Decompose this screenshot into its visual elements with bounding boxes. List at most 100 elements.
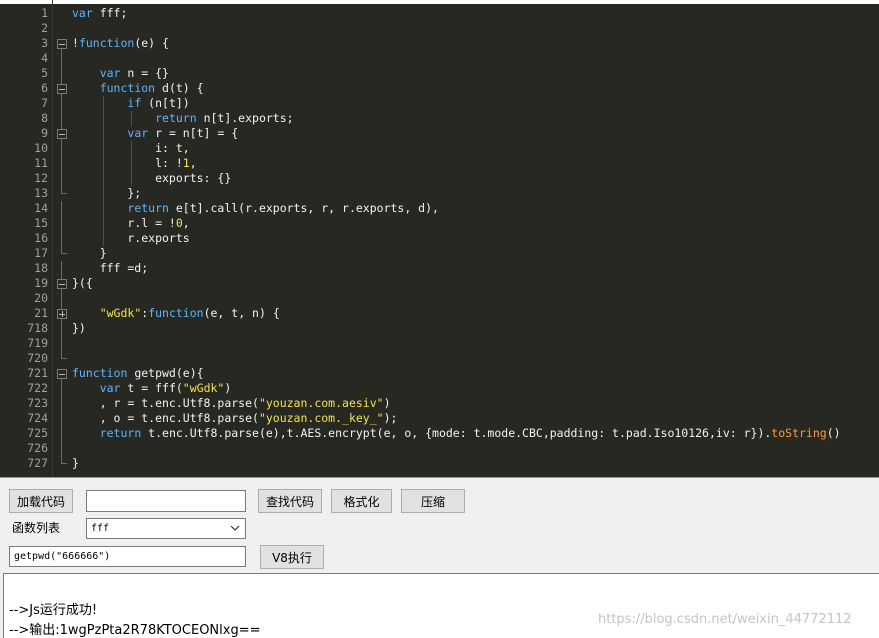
code-line[interactable]: 3 !function(e) { <box>0 36 879 51</box>
code-editor[interactable]: 1 var fff; 2 3 !function(e) {4 5 var n = {} 6 … <box>0 0 879 478</box>
code-token: r.l = ! <box>72 216 176 230</box>
fold-collapse-icon[interactable] <box>56 36 67 51</box>
code-text: function getpwd(e){ <box>72 366 204 381</box>
code-token: ! <box>72 36 79 50</box>
code-line[interactable]: 722 var t = fff("wGdk") <box>0 381 879 396</box>
code-token: }) <box>72 321 86 335</box>
code-token: (e, t, n) { <box>203 306 280 320</box>
code-line[interactable]: 1 var fff; <box>0 6 879 21</box>
search-input[interactable] <box>86 490 246 512</box>
code-line[interactable]: 12 exports: {} <box>0 171 879 186</box>
fold-end-marker <box>56 456 67 471</box>
line-number: 14 <box>34 201 48 215</box>
code-line[interactable]: 8 return n[t].exports; <box>0 111 879 126</box>
code-line[interactable]: 4 <box>0 51 879 66</box>
code-line[interactable]: 14 return e[t].call(r.exports, r, r.expo… <box>0 201 879 216</box>
code-line[interactable]: 18 fff =d; <box>0 261 879 276</box>
code-text: exports: {} <box>72 171 231 186</box>
code-token: "youzan.com._key_" <box>258 411 384 425</box>
line-number: 9 <box>41 126 48 140</box>
line-number: 725 <box>27 426 48 440</box>
chevron-down-icon <box>230 525 240 531</box>
function-list-label: 函数列表 <box>12 521 61 535</box>
code-token: , o = t.enc.Utf8.parse( <box>72 411 259 425</box>
load-code-button[interactable]: 加载代码 <box>9 489 73 513</box>
code-line[interactable]: 11 l: !1, <box>0 156 879 171</box>
code-line[interactable]: 15 r.l = !0, <box>0 216 879 231</box>
fold-guide-line <box>56 201 67 216</box>
fold-collapse-icon[interactable] <box>56 276 67 291</box>
code-line[interactable]: 718}) <box>0 321 879 336</box>
fold-collapse-icon[interactable] <box>56 81 67 96</box>
fold-guide-line <box>56 156 67 171</box>
fold-end-marker <box>56 351 67 366</box>
code-text: var t = fff("wGdk") <box>72 381 232 396</box>
code-line[interactable]: 5 var n = {} <box>0 66 879 81</box>
fold-end-marker <box>56 246 67 261</box>
watermark: https://blog.csdn.net/weixin_44772112 <box>598 612 852 627</box>
fold-expand-icon[interactable] <box>56 306 67 321</box>
fold-guide-line <box>56 426 67 441</box>
fold-guide-line <box>56 261 67 276</box>
code-line[interactable]: 9 var r = n[t] = { <box>0 126 879 141</box>
line-number: 5 <box>41 66 48 80</box>
line-number: 7 <box>41 96 48 110</box>
fold-collapse-icon[interactable] <box>56 126 67 141</box>
code-token: var <box>72 6 93 20</box>
code-line[interactable]: 2 <box>0 21 879 36</box>
code-token: d(t) { <box>155 81 204 95</box>
code-token: r = n[t] = { <box>148 126 239 140</box>
compress-button[interactable]: 压缩 <box>401 489 465 513</box>
line-number: 6 <box>41 81 48 95</box>
code-text: if (n[t]) <box>72 96 189 111</box>
format-button[interactable]: 格式化 <box>331 489 392 513</box>
code-line[interactable]: 721 function getpwd(e){ <box>0 366 879 381</box>
function-list-select[interactable]: fff <box>86 518 246 539</box>
call-expression-input[interactable]: getpwd("666666") <box>9 546 246 567</box>
code-text: , o = t.enc.Utf8.parse("youzan.com._key_… <box>72 411 398 426</box>
fold-guide-line <box>56 171 67 186</box>
line-number: 723 <box>27 396 48 410</box>
output-status-line: -->Js运行成功! <box>9 603 98 618</box>
code-line[interactable]: 719 <box>0 336 879 351</box>
code-token: } <box>72 246 107 260</box>
v8-run-button[interactable]: V8执行 <box>260 545 324 569</box>
code-text: r.exports <box>72 231 190 246</box>
fold-guide-line <box>56 66 67 81</box>
code-token: r.exports <box>72 231 190 245</box>
code-line[interactable]: 19}({ <box>0 276 879 291</box>
code-line[interactable]: 6 function d(t) { <box>0 81 879 96</box>
code-line[interactable]: 727} <box>0 456 879 471</box>
code-token: "wGdk" <box>99 306 142 320</box>
fold-guide-line <box>56 216 67 231</box>
fold-collapse-icon[interactable] <box>56 366 67 381</box>
code-text: r.l = !0, <box>72 216 189 231</box>
code-line[interactable]: 20 <box>0 291 879 306</box>
code-line[interactable]: 16 r.exports <box>0 231 879 246</box>
code-line[interactable]: 725 return t.enc.Utf8.parse(e),t.AES.enc… <box>0 426 879 441</box>
code-token: 0 <box>175 216 183 230</box>
fold-guide-line <box>56 441 67 456</box>
line-number: 18 <box>34 261 48 275</box>
code-line[interactable]: 17 } <box>0 246 879 261</box>
code-line[interactable]: 21 "wGdk":function(e, t, n) { <box>0 306 879 321</box>
code-text: , r = t.enc.Utf8.parse("youzan.com.aesiv… <box>72 396 391 411</box>
code-token: var <box>99 381 121 395</box>
line-number: 19 <box>34 276 48 290</box>
code-line[interactable]: 724 , o = t.enc.Utf8.parse("youzan.com._… <box>0 411 879 426</box>
find-code-button[interactable]: 查找代码 <box>258 489 322 513</box>
fold-guide-line <box>56 291 67 306</box>
code-token: "youzan.com.aesiv" <box>258 396 384 410</box>
code-line[interactable]: 726 <box>0 441 879 456</box>
code-line[interactable]: 7 if (n[t]) <box>0 96 879 111</box>
code-line[interactable]: 723 , r = t.enc.Utf8.parse("youzan.com.a… <box>0 396 879 411</box>
code-line[interactable]: 720 <box>0 351 879 366</box>
output-panel[interactable]: -->Js运行成功! -->输出:1wgPzPta2R78KTOCEONlxg=… <box>3 573 879 638</box>
editor-top-border <box>0 0 879 4</box>
line-number: 724 <box>27 411 48 425</box>
code-line[interactable]: 13 }; <box>0 186 879 201</box>
code-line[interactable]: 10 i: t, <box>0 141 879 156</box>
line-number: 2 <box>41 21 48 35</box>
